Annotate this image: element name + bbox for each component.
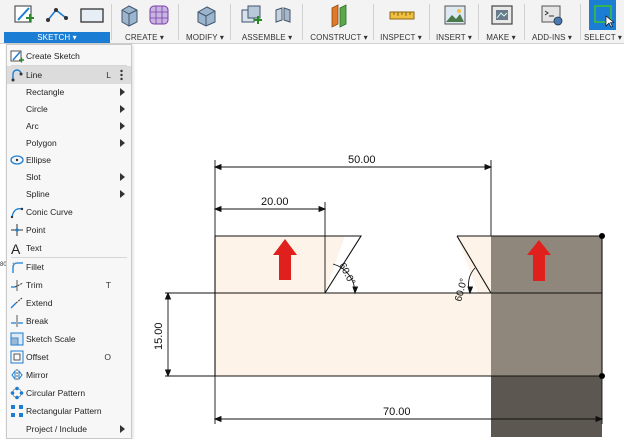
menu-item-rectangular-pattern[interactable]: Rectangular Pattern: [7, 402, 131, 420]
break-icon: [11, 315, 23, 327]
dimension-label-notch-offset[interactable]: 20.00: [261, 196, 289, 208]
circular-pattern-icon: [10, 386, 24, 400]
menu-item-slot[interactable]: Slot: [7, 168, 131, 186]
menu-item-circular-pattern[interactable]: Circular Pattern: [7, 384, 131, 402]
body-side-face[interactable]: [491, 376, 602, 437]
menu-item-label: Spline: [26, 189, 50, 199]
dimension-label-height[interactable]: 15.00: [153, 322, 165, 350]
menu-item-label: Project / Include: [26, 424, 87, 434]
profile-region-bottom[interactable]: [215, 293, 491, 376]
menu-item-point[interactable]: Point: [7, 221, 131, 239]
submenu-arrow-icon: [120, 173, 125, 181]
menu-item-label: Slot: [26, 172, 41, 182]
menu-item-polygon[interactable]: Polygon: [7, 134, 131, 152]
menu-item-ellipse[interactable]: Ellipse: [7, 151, 131, 169]
submenu-arrow-icon: [120, 122, 125, 130]
menu-item-mirror[interactable]: Mirror: [7, 366, 131, 384]
menu-item-label: Arc: [26, 121, 39, 131]
submenu-arrow-icon: [120, 190, 125, 198]
menu-item-rectangle[interactable]: Rectangle: [7, 83, 131, 101]
submenu-arrow-icon: [120, 88, 125, 96]
menu-item-arc[interactable]: Arc: [7, 117, 131, 135]
menu-item-shortcut: O: [104, 352, 111, 362]
menu-item-spline[interactable]: Spline: [7, 185, 131, 203]
submenu-arrow-icon: [120, 425, 125, 433]
menu-item-label: Create Sketch: [26, 51, 80, 61]
menu-item-label: Line: [26, 70, 43, 80]
menu-item-circle[interactable]: Circle: [7, 100, 131, 118]
create-sketch-icon: [10, 50, 24, 63]
ellipse-icon: [10, 155, 24, 165]
svg-text:A: A: [11, 241, 21, 255]
menu-item-label: Trim: [26, 280, 43, 290]
menu-item-label: Ellipse: [26, 155, 52, 165]
sketch-scale-icon: [10, 332, 24, 346]
menu-item-text[interactable]: A Text: [7, 239, 131, 257]
menu-item-label: Circle: [26, 104, 48, 114]
dimension-label-top-width[interactable]: 50.00: [348, 154, 376, 166]
menu-item-label: Fillet: [26, 262, 44, 272]
menu-item-label: Extend: [26, 298, 53, 308]
menu-item-shortcut: L: [106, 70, 111, 80]
fillet-icon: [12, 262, 23, 273]
submenu-arrow-icon: [120, 105, 125, 113]
conic-curve-icon: [10, 207, 24, 219]
extend-icon: [10, 297, 23, 309]
dimension-height[interactable]: [164, 291, 215, 378]
menu-item-fillet[interactable]: Fillet: [7, 258, 131, 276]
angle-label-left[interactable]: 60.0°: [336, 261, 357, 287]
mirror-icon: [11, 369, 23, 381]
menu-item-extend[interactable]: Extend: [7, 294, 131, 312]
menu-item-label: Mirror: [26, 370, 49, 380]
menu-item-break[interactable]: Break: [7, 312, 131, 330]
sketch-point[interactable]: [599, 233, 605, 239]
offset-icon: [10, 350, 24, 364]
dimension-top-width[interactable]: [213, 160, 493, 236]
menu-item-label: Rectangle: [26, 87, 65, 97]
menu-item-label: Rectangular Pattern: [26, 406, 102, 416]
menu-item-label: Sketch Scale: [26, 334, 76, 344]
menu-item-label: Break: [26, 316, 49, 326]
text-icon: A: [11, 241, 21, 255]
sketch-dropdown-menu: Create Sketch Line L Rectangle Circle Ar…: [6, 44, 132, 439]
point-icon: [11, 224, 23, 236]
menu-item-project-include[interactable]: Project / Include: [7, 420, 131, 438]
rectangular-pattern-icon: [11, 405, 23, 417]
menu-item-label: Text: [26, 243, 42, 253]
menu-item-label: Point: [26, 225, 46, 235]
trim-icon: [11, 280, 24, 291]
menu-item-line[interactable]: Line L: [7, 66, 131, 84]
menu-item-conic-curve[interactable]: Conic Curve: [7, 203, 131, 221]
menu-item-label: Offset: [26, 352, 49, 362]
dimension-label-total-width[interactable]: 70.00: [383, 406, 411, 418]
menu-item-offset[interactable]: Offset O: [7, 348, 131, 366]
menu-item-label: Polygon: [26, 138, 57, 148]
menu-item-trim[interactable]: Trim T: [7, 276, 131, 294]
menu-item-shortcut: T: [105, 280, 111, 290]
submenu-arrow-icon: [120, 139, 125, 147]
more-options-icon[interactable]: [120, 69, 123, 81]
line-icon: [11, 69, 23, 82]
menu-item-label: Circular Pattern: [26, 388, 86, 398]
menu-item-sketch-scale[interactable]: Sketch Scale: [7, 330, 131, 348]
menu-item-label: Conic Curve: [26, 207, 73, 217]
menu-item-create-sketch[interactable]: Create Sketch: [7, 47, 131, 65]
